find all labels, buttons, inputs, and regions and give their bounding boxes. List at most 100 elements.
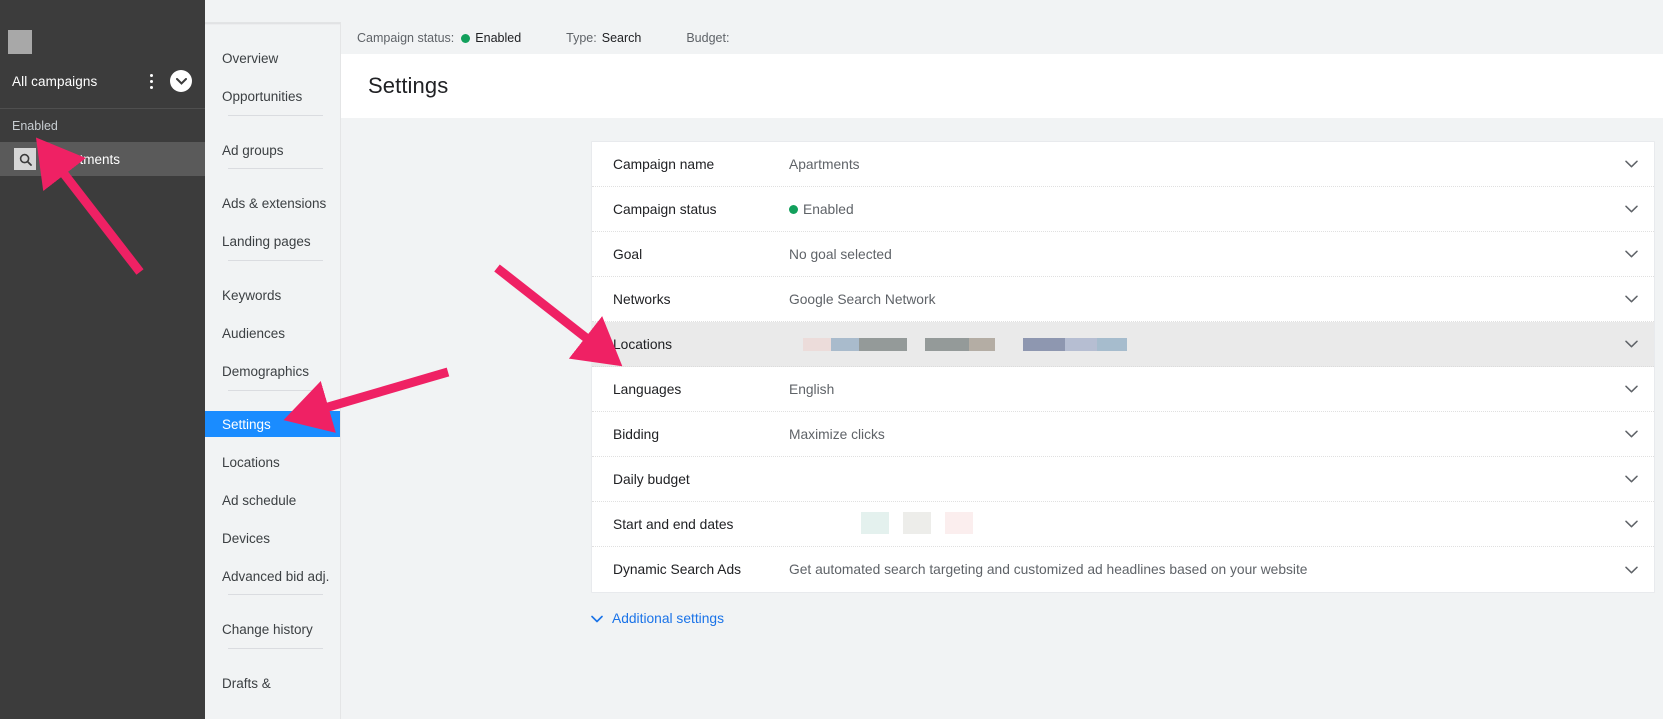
subnav-item-change-history[interactable]: Change history [205, 616, 340, 642]
date-swatch [945, 511, 973, 534]
settings-row-locations[interactable]: Locations [592, 322, 1654, 367]
settings-row-value: Google Search Network [789, 292, 1608, 307]
subnav-separator [228, 390, 323, 391]
settings-row-label: Daily budget [613, 471, 690, 487]
subnav-item-keywords[interactable]: Keywords [205, 282, 340, 308]
settings-row-campaign-name[interactable]: Campaign name Apartments [592, 142, 1654, 187]
subnav-item-label: Demographics [222, 363, 310, 379]
settings-row-value: Maximize clicks [789, 427, 1608, 442]
subnav-item-ad-schedule[interactable]: Ad schedule [205, 487, 340, 513]
settings-row-label: Locations [613, 336, 673, 352]
type-key: Type: [566, 31, 597, 45]
date-swatch [903, 511, 931, 534]
subnav-item-demographics[interactable]: Demographics [205, 358, 340, 384]
campaign-status-bar: Campaign status: Enabled Type: Search Bu… [340, 22, 1663, 54]
status-group-campaign-status: Campaign status: Enabled [357, 31, 521, 45]
settings-row-value-text: Get automated search targeting and custo… [789, 562, 1308, 577]
subnav-item-locations[interactable]: Locations [205, 449, 340, 475]
subnav-item-drafts[interactable]: Drafts & [205, 670, 340, 696]
redacted-gap [907, 338, 925, 351]
settings-row-goal[interactable]: Goal No goal selected [592, 232, 1654, 277]
subnav-item-opportunities[interactable]: Opportunities [205, 83, 340, 109]
settings-row-value-text: Maximize clicks [789, 426, 885, 442]
search-campaign-icon [14, 148, 36, 170]
budget-key: Budget: [686, 31, 730, 45]
rail-status-group-label: Enabled [12, 119, 58, 133]
campaign-status-value: Enabled [475, 31, 522, 45]
settings-row-label: Campaign name [613, 156, 715, 172]
chevron-down-icon[interactable] [1608, 160, 1654, 168]
status-group-type: Type: Search [566, 31, 641, 45]
subnav-item-audiences[interactable]: Audiences [205, 320, 340, 346]
subnav-item-landing-pages[interactable]: Landing pages [205, 228, 340, 254]
more-vert-icon[interactable] [142, 70, 162, 92]
subnav-item-label: Opportunities [222, 88, 303, 104]
settings-row-daily-budget[interactable]: Daily budget [592, 457, 1654, 502]
campaign-item-apartments[interactable]: Apartments [0, 142, 205, 176]
subnav-item-label: Keywords [222, 287, 282, 303]
status-dot-icon [789, 204, 798, 214]
campaign-subnav: Overview Opportunities Ad groups Ads & exte… [205, 22, 340, 719]
chevron-down-circle-icon[interactable] [170, 70, 192, 92]
subnav-item-advanced-bid-adj[interactable]: Advanced bid adj. [205, 563, 340, 589]
campaign-item-label: Apartments [51, 151, 121, 167]
subnav-item-label: Settings [222, 416, 271, 432]
settings-row-value: Enabled [789, 202, 1608, 217]
content-area: Campaign name Apartments Campaign status En… [340, 118, 1663, 719]
redacted-block [1097, 337, 1127, 351]
status-dot-icon [461, 33, 471, 43]
chevron-down-icon[interactable] [1608, 566, 1654, 574]
settings-card: Campaign name Apartments Campaign status En… [591, 141, 1655, 593]
settings-row-value-text: English [789, 381, 835, 397]
campaign-status-key: Campaign status: [357, 31, 455, 45]
subnav-separator [228, 648, 323, 649]
settings-row-value: Apartments [789, 157, 1608, 172]
chevron-down-icon[interactable] [1608, 385, 1654, 393]
rail-divider [0, 108, 205, 109]
chevron-down-icon[interactable] [1608, 475, 1654, 483]
settings-row-campaign-status[interactable]: Campaign status Enabled [592, 187, 1654, 232]
chevron-down-icon[interactable] [1608, 340, 1654, 348]
chevron-down-icon[interactable] [1608, 520, 1654, 528]
chevron-down-icon[interactable] [1608, 430, 1654, 438]
additional-settings-label: Additional settings [612, 611, 724, 626]
google-ads-settings-screen: All campaigns Enabled Apartments Overvie… [0, 0, 1663, 719]
page-title: Settings [368, 73, 449, 98]
settings-row-label: Networks [613, 291, 671, 307]
chevron-down-icon[interactable] [1608, 250, 1654, 258]
status-group-budget: Budget: [686, 31, 734, 45]
subnav-item-ads-extensions[interactable]: Ads & extensions [205, 190, 340, 216]
settings-row-value: Get automated search targeting and custo… [789, 562, 1608, 577]
redacted-gap [995, 338, 1023, 351]
chevron-down-icon[interactable] [1608, 205, 1654, 213]
subnav-item-overview[interactable]: Overview [205, 45, 340, 71]
settings-row-languages[interactable]: Languages English [592, 367, 1654, 412]
settings-row-networks[interactable]: Networks Google Search Network [592, 277, 1654, 322]
page-header: Settings [340, 54, 1663, 118]
settings-row-start-and-end-dates[interactable]: Start and end dates [592, 502, 1654, 547]
redacted-block [803, 337, 831, 351]
settings-row-dynamic-search-ads[interactable]: Dynamic Search Ads Get automated search t… [592, 547, 1654, 592]
all-campaigns-label: All campaigns [12, 73, 98, 89]
subnav-item-devices[interactable]: Devices [205, 525, 340, 551]
all-campaigns-row[interactable]: All campaigns [0, 62, 205, 100]
chevron-down-icon[interactable] [1608, 295, 1654, 303]
settings-row-label: Campaign status [613, 201, 717, 217]
subnav-item-label: Overview [222, 50, 279, 66]
settings-row-value: English [789, 382, 1608, 397]
settings-row-value-text: Google Search Network [789, 291, 936, 307]
redacted-block [831, 337, 859, 351]
settings-row-label: Languages [613, 381, 682, 397]
redacted-block [859, 337, 907, 351]
settings-row-bidding[interactable]: Bidding Maximize clicks [592, 412, 1654, 457]
subnav-item-ad-groups[interactable]: Ad groups [205, 137, 340, 163]
settings-row-value: No goal selected [789, 247, 1608, 262]
settings-row-label: Start and end dates [613, 516, 734, 532]
rail-status-group-enabled: Enabled [0, 112, 205, 140]
subnav-item-settings[interactable]: Settings [205, 411, 340, 437]
additional-settings-toggle[interactable]: Additional settings [591, 611, 724, 626]
settings-row-label: Goal [613, 246, 643, 262]
subnav-item-label: Drafts & [222, 675, 271, 691]
settings-row-value-text: No goal selected [789, 246, 892, 262]
settings-row-value [789, 337, 1608, 351]
